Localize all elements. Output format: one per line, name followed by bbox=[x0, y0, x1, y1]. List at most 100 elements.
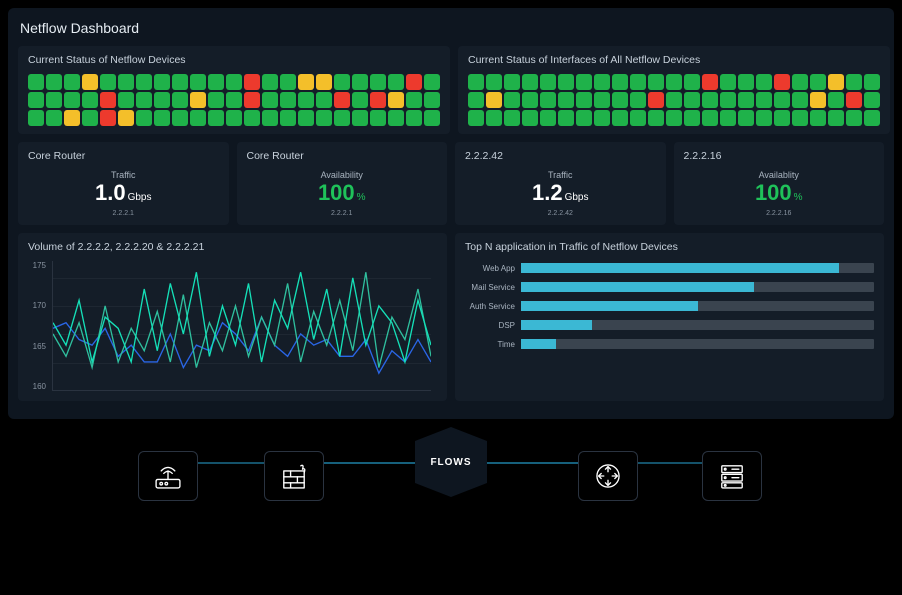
status-cell[interactable] bbox=[720, 110, 736, 126]
status-cell[interactable] bbox=[316, 92, 332, 108]
status-cell[interactable] bbox=[774, 74, 790, 90]
status-cell[interactable] bbox=[864, 92, 880, 108]
status-cell[interactable] bbox=[424, 74, 440, 90]
status-cell[interactable] bbox=[558, 92, 574, 108]
status-cell[interactable] bbox=[702, 110, 718, 126]
status-cell[interactable] bbox=[846, 74, 862, 90]
status-cell[interactable] bbox=[576, 110, 592, 126]
status-cell[interactable] bbox=[118, 110, 134, 126]
status-cell[interactable] bbox=[792, 92, 808, 108]
status-cell[interactable] bbox=[666, 74, 682, 90]
status-cell[interactable] bbox=[316, 110, 332, 126]
status-cell[interactable] bbox=[46, 74, 62, 90]
status-cell[interactable] bbox=[352, 92, 368, 108]
status-cell[interactable] bbox=[756, 74, 772, 90]
status-cell[interactable] bbox=[630, 74, 646, 90]
status-cell[interactable] bbox=[406, 74, 422, 90]
status-cell[interactable] bbox=[208, 110, 224, 126]
status-cell[interactable] bbox=[262, 110, 278, 126]
status-cell[interactable] bbox=[244, 110, 260, 126]
status-cell[interactable] bbox=[370, 74, 386, 90]
status-cell[interactable] bbox=[612, 92, 628, 108]
status-cell[interactable] bbox=[522, 74, 538, 90]
status-cell[interactable] bbox=[262, 74, 278, 90]
status-cell[interactable] bbox=[154, 74, 170, 90]
status-cell[interactable] bbox=[810, 110, 826, 126]
status-cell[interactable] bbox=[612, 74, 628, 90]
status-cell[interactable] bbox=[370, 92, 386, 108]
status-cell[interactable] bbox=[522, 110, 538, 126]
status-cell[interactable] bbox=[424, 92, 440, 108]
status-cell[interactable] bbox=[468, 110, 484, 126]
status-cell[interactable] bbox=[630, 92, 646, 108]
status-cell[interactable] bbox=[388, 92, 404, 108]
status-cell[interactable] bbox=[118, 92, 134, 108]
status-cell[interactable] bbox=[810, 74, 826, 90]
status-cell[interactable] bbox=[46, 110, 62, 126]
status-cell[interactable] bbox=[486, 110, 502, 126]
status-cell[interactable] bbox=[154, 92, 170, 108]
status-cell[interactable] bbox=[82, 110, 98, 126]
status-cell[interactable] bbox=[792, 110, 808, 126]
status-cell[interactable] bbox=[558, 110, 574, 126]
status-cell[interactable] bbox=[558, 74, 574, 90]
status-cell[interactable] bbox=[64, 110, 80, 126]
status-cell[interactable] bbox=[648, 92, 664, 108]
status-cell[interactable] bbox=[720, 74, 736, 90]
status-cell[interactable] bbox=[352, 110, 368, 126]
status-cell[interactable] bbox=[810, 92, 826, 108]
status-cell[interactable] bbox=[100, 74, 116, 90]
status-cell[interactable] bbox=[684, 92, 700, 108]
status-cell[interactable] bbox=[828, 74, 844, 90]
switch-device[interactable] bbox=[578, 451, 638, 501]
status-cell[interactable] bbox=[82, 74, 98, 90]
status-cell[interactable] bbox=[226, 92, 242, 108]
status-cell[interactable] bbox=[262, 92, 278, 108]
status-cell[interactable] bbox=[118, 74, 134, 90]
status-cell[interactable] bbox=[406, 110, 422, 126]
status-cell[interactable] bbox=[702, 92, 718, 108]
status-cell[interactable] bbox=[64, 92, 80, 108]
status-cell[interactable] bbox=[648, 110, 664, 126]
status-cell[interactable] bbox=[756, 110, 772, 126]
status-cell[interactable] bbox=[334, 74, 350, 90]
server-device[interactable] bbox=[702, 451, 762, 501]
status-cell[interactable] bbox=[612, 110, 628, 126]
status-cell[interactable] bbox=[864, 110, 880, 126]
status-cell[interactable] bbox=[280, 74, 296, 90]
status-cell[interactable] bbox=[28, 92, 44, 108]
status-cell[interactable] bbox=[298, 74, 314, 90]
status-cell[interactable] bbox=[828, 92, 844, 108]
status-cell[interactable] bbox=[468, 74, 484, 90]
status-cell[interactable] bbox=[136, 110, 152, 126]
status-cell[interactable] bbox=[486, 92, 502, 108]
status-cell[interactable] bbox=[486, 74, 502, 90]
status-cell[interactable] bbox=[172, 74, 188, 90]
status-cell[interactable] bbox=[100, 110, 116, 126]
metric-card[interactable]: Core RouterTraffic1.0Gbps2.2.2.1 bbox=[18, 142, 229, 225]
metric-card[interactable]: 2.2.2.16Availablity100%2.2.2.16 bbox=[674, 142, 885, 225]
status-cell[interactable] bbox=[172, 92, 188, 108]
status-cell[interactable] bbox=[540, 110, 556, 126]
firewall-device[interactable] bbox=[264, 451, 324, 501]
status-cell[interactable] bbox=[280, 110, 296, 126]
status-cell[interactable] bbox=[370, 110, 386, 126]
status-cell[interactable] bbox=[208, 74, 224, 90]
status-cell[interactable] bbox=[190, 110, 206, 126]
status-cell[interactable] bbox=[424, 110, 440, 126]
status-cell[interactable] bbox=[154, 110, 170, 126]
status-cell[interactable] bbox=[388, 110, 404, 126]
status-cell[interactable] bbox=[244, 74, 260, 90]
status-cell[interactable] bbox=[46, 92, 62, 108]
status-cell[interactable] bbox=[28, 74, 44, 90]
status-cell[interactable] bbox=[774, 110, 790, 126]
status-cell[interactable] bbox=[504, 110, 520, 126]
status-cell[interactable] bbox=[846, 92, 862, 108]
status-cell[interactable] bbox=[792, 74, 808, 90]
metric-card[interactable]: Core RouterAvailability100%2.2.2.1 bbox=[237, 142, 448, 225]
flows-node[interactable]: FLOWS bbox=[415, 441, 487, 483]
status-cell[interactable] bbox=[298, 110, 314, 126]
status-cell[interactable] bbox=[226, 110, 242, 126]
status-cell[interactable] bbox=[82, 92, 98, 108]
status-cell[interactable] bbox=[172, 110, 188, 126]
